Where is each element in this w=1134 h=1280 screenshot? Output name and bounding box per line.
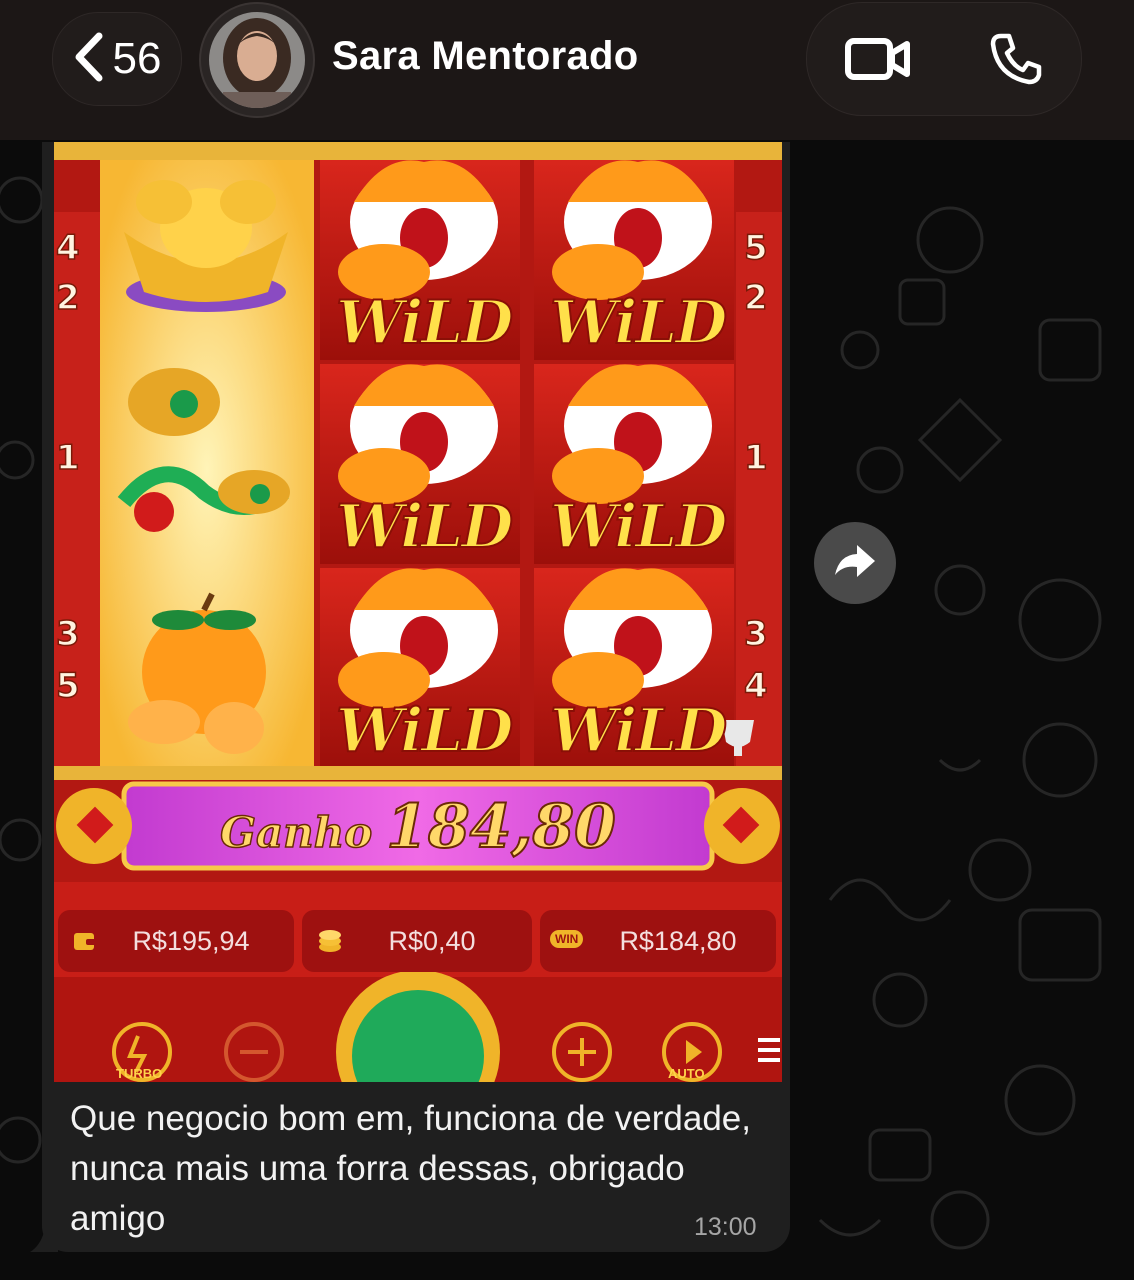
win-stat: WIN R$184,80 [540, 910, 776, 972]
win-label: Ganho [219, 807, 373, 858]
bubble-tail [30, 1232, 58, 1252]
bet-value: R$0,40 [388, 925, 476, 956]
video-call-button[interactable] [843, 31, 913, 91]
wild-symbol-label: WiLD [335, 491, 514, 563]
back-button[interactable]: 56 [52, 12, 182, 106]
auto-label: AUTO [668, 1066, 705, 1081]
unread-count: 56 [112, 34, 162, 83]
voice-call-button[interactable] [981, 31, 1051, 91]
payline-number-left: 3 [55, 613, 80, 655]
win-amount: 184,80 [385, 791, 617, 863]
win-banner: Ganho 184,80 [54, 791, 782, 863]
payline-number-right: 4 [743, 665, 768, 707]
wild-symbol-label: WiLD [549, 287, 728, 359]
game-screenshot-image[interactable]: WiLD WiLD WiLD WiLD WiLD WiLD 4 2 1 3 5 … [54, 142, 782, 1082]
payline-number-left: 4 [55, 227, 80, 269]
payline-number-left: 1 [55, 437, 80, 479]
balance-stat: R$195,94 [58, 910, 294, 972]
chat-header: 56 Sara Mentorado [0, 0, 1134, 140]
message-text: Que negocio bom em, funciona de verdade,… [70, 1099, 751, 1238]
wild-symbol-label: WiLD [335, 695, 514, 767]
phone-icon [989, 32, 1043, 91]
win-value: R$184,80 [619, 925, 737, 956]
payline-number-right: 3 [743, 613, 768, 655]
bet-stat: R$0,40 [302, 910, 532, 972]
turbo-label: TURBO [116, 1066, 163, 1081]
chevron-left-icon [73, 32, 105, 87]
payline-number-right: 1 [743, 437, 768, 479]
contact-name[interactable]: Sara Mentorado [332, 34, 639, 79]
payline-number-left: 2 [55, 277, 80, 319]
payline-number-right: 5 [743, 227, 768, 269]
message-time: 13:00 [694, 1213, 757, 1241]
avatar-photo [209, 12, 305, 108]
balance-value: R$195,94 [132, 925, 250, 956]
wallet-icon [72, 928, 98, 959]
win-badge-icon: WIN [550, 930, 584, 948]
wild-symbol-label: WiLD [549, 695, 728, 767]
payline-number-right: 2 [743, 277, 768, 319]
wild-symbol-label: WiLD [549, 491, 728, 563]
payline-number-left: 5 [55, 665, 80, 707]
forward-button[interactable] [814, 522, 896, 604]
wild-symbol-label: WiLD [335, 287, 514, 359]
forward-arrow-icon [833, 543, 877, 584]
coins-icon [316, 927, 344, 960]
call-actions [806, 2, 1082, 116]
avatar[interactable] [199, 2, 315, 118]
video-camera-icon [845, 36, 911, 87]
